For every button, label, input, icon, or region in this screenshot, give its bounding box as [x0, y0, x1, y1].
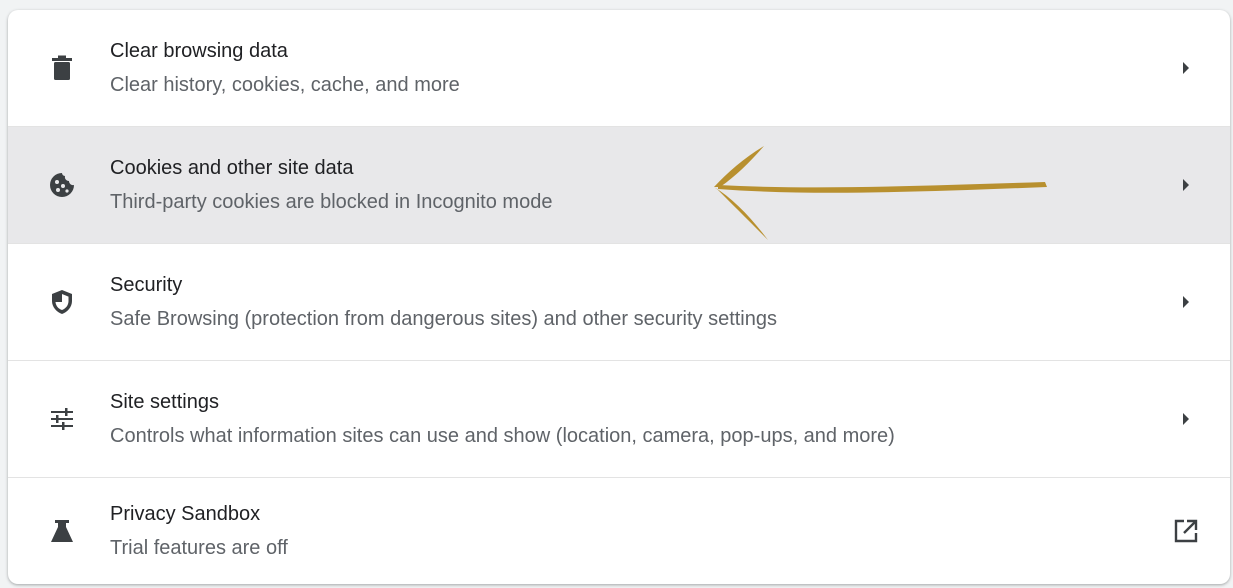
- row-subtitle: Third-party cookies are blocked in Incog…: [110, 191, 553, 213]
- row-subtitle: Trial features are off: [110, 537, 288, 559]
- shield-icon: [48, 288, 76, 316]
- security-row[interactable]: Security Safe Browsing (protection from …: [8, 244, 1230, 361]
- site-settings-row[interactable]: Site settings Controls what information …: [8, 361, 1230, 478]
- row-text: Clear browsing data Clear history, cooki…: [110, 38, 460, 98]
- tune-icon: [48, 405, 76, 433]
- row-subtitle: Clear history, cookies, cache, and more: [110, 74, 460, 96]
- clear-browsing-data-row[interactable]: Clear browsing data Clear history, cooki…: [8, 10, 1230, 127]
- trash-icon: [48, 54, 76, 82]
- privacy-security-card: Clear browsing data Clear history, cooki…: [8, 10, 1230, 584]
- row-text: Site settings Controls what information …: [110, 389, 895, 449]
- row-title: Privacy Sandbox: [110, 503, 261, 525]
- row-subtitle: Controls what information sites can use …: [110, 425, 895, 447]
- row-title: Clear browsing data: [110, 40, 288, 62]
- chevron-right-icon[interactable]: [1172, 288, 1200, 316]
- cookie-icon: [48, 171, 76, 199]
- open-external-icon[interactable]: [1172, 517, 1200, 545]
- row-title: Security: [110, 274, 183, 296]
- cookies-site-data-row[interactable]: Cookies and other site data Third-party …: [8, 127, 1230, 244]
- chevron-right-icon[interactable]: [1172, 171, 1200, 199]
- row-text: Privacy Sandbox Trial features are off: [110, 501, 288, 561]
- row-title: Cookies and other site data: [110, 157, 354, 179]
- row-text: Cookies and other site data Third-party …: [110, 155, 552, 215]
- row-subtitle: Safe Browsing (protection from dangerous…: [110, 308, 777, 330]
- chevron-right-icon[interactable]: [1172, 405, 1200, 433]
- row-text: Security Safe Browsing (protection from …: [110, 272, 777, 332]
- flask-icon: [48, 517, 76, 545]
- privacy-sandbox-row[interactable]: Privacy Sandbox Trial features are off: [8, 478, 1230, 584]
- chevron-right-icon[interactable]: [1172, 54, 1200, 82]
- row-title: Site settings: [110, 391, 219, 413]
